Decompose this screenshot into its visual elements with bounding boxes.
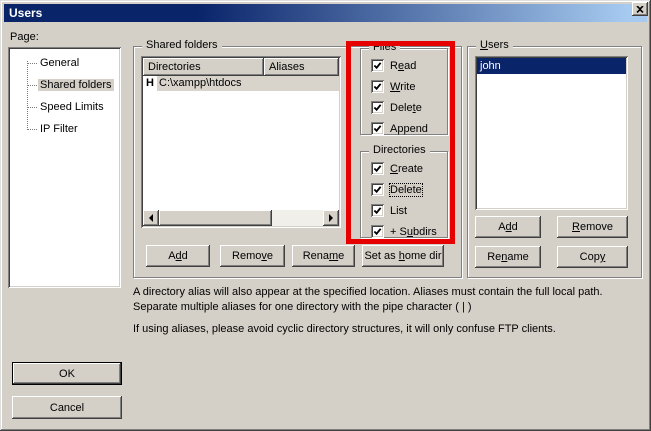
- files-group: Files Read Write Delete Append: [360, 48, 448, 135]
- users-dialog: Users Page: General Shared folders Speed…: [0, 0, 651, 431]
- page-label: Page:: [10, 31, 39, 43]
- page-tree: General Shared folders Speed Limits IP F…: [8, 47, 121, 288]
- files-group-label: Files: [369, 41, 400, 53]
- close-button[interactable]: [632, 2, 648, 16]
- directories-group: Directories Create Delete List + Subdirs: [360, 151, 448, 238]
- directories-group-label: Directories: [369, 144, 430, 156]
- column-header-aliases[interactable]: Aliases: [264, 58, 339, 76]
- checkbox-icon[interactable]: [371, 204, 384, 217]
- titlebar: Users: [4, 4, 647, 22]
- checkbox-files-append[interactable]: Append: [371, 122, 447, 135]
- rename-user-button[interactable]: Rename: [475, 246, 541, 268]
- list-header: Directories Aliases: [143, 58, 339, 76]
- checkbox-dirs-create[interactable]: Create: [371, 162, 447, 175]
- alias-info-paragraph-2: If using aliases, please avoid cyclic di…: [133, 322, 633, 337]
- scrollbar-track[interactable]: [272, 210, 323, 226]
- users-list: john: [475, 56, 628, 210]
- set-as-home-dir-button[interactable]: Set as home dir: [362, 245, 444, 267]
- shared-folders-list: Directories Aliases H C:\xampp\htdocs: [141, 56, 341, 228]
- checkbox-icon[interactable]: [371, 183, 384, 196]
- remove-user-button[interactable]: Remove: [557, 216, 628, 238]
- tree-item-shared-folders[interactable]: Shared folders: [8, 74, 121, 96]
- alias-info-text: A directory alias will also appear at th…: [133, 285, 633, 337]
- add-folder-button[interactable]: Add: [146, 245, 210, 267]
- checkbox-label: Read: [390, 60, 416, 72]
- checkbox-icon[interactable]: [371, 225, 384, 238]
- scroll-right-icon: [329, 214, 337, 222]
- checkbox-dirs-subdirs[interactable]: + Subdirs: [371, 225, 447, 238]
- checkbox-files-write[interactable]: Write: [371, 80, 447, 93]
- checkbox-label: Delete: [390, 102, 422, 114]
- remove-folder-button[interactable]: Remove: [220, 245, 285, 267]
- checkbox-icon[interactable]: [371, 162, 384, 175]
- checkbox-label: Delete: [390, 184, 422, 196]
- checkbox-label: + Subdirs: [390, 226, 437, 238]
- directory-row[interactable]: H C:\xampp\htdocs: [143, 76, 339, 91]
- checkbox-label: Append: [390, 123, 428, 135]
- checkbox-dirs-delete[interactable]: Delete: [371, 183, 447, 196]
- checkbox-dirs-list[interactable]: List: [371, 204, 447, 217]
- scroll-right-button[interactable]: [323, 210, 339, 226]
- rename-folder-button[interactable]: Rename: [292, 245, 355, 267]
- checkbox-icon[interactable]: [371, 80, 384, 93]
- tree-item-ip-filter[interactable]: IP Filter: [8, 118, 121, 140]
- horizontal-scrollbar[interactable]: [143, 210, 339, 226]
- column-header-directories[interactable]: Directories: [143, 58, 264, 76]
- tree-item-speed-limits[interactable]: Speed Limits: [8, 96, 121, 118]
- close-icon: [636, 6, 644, 13]
- checkbox-label: Create: [390, 163, 423, 175]
- scrollbar-thumb[interactable]: [159, 210, 272, 226]
- add-user-button[interactable]: Add: [475, 216, 541, 238]
- checkbox-icon[interactable]: [371, 59, 384, 72]
- checkbox-files-delete[interactable]: Delete: [371, 101, 447, 114]
- home-dir-flag: H: [143, 76, 157, 91]
- shared-folders-group-label: Shared folders: [142, 39, 222, 51]
- user-item-john[interactable]: john: [477, 58, 626, 74]
- directory-path: C:\xampp\htdocs: [157, 76, 339, 91]
- checkbox-files-read[interactable]: Read: [371, 59, 447, 72]
- users-group-label: Users: [476, 39, 513, 51]
- scroll-left-icon: [145, 214, 153, 222]
- alias-info-paragraph-1: A directory alias will also appear at th…: [133, 285, 633, 315]
- checkbox-icon[interactable]: [371, 101, 384, 114]
- window-title: Users: [9, 6, 42, 20]
- scroll-left-button[interactable]: [143, 210, 159, 226]
- copy-user-button[interactable]: Copy: [557, 246, 628, 268]
- cancel-button[interactable]: Cancel: [12, 396, 122, 419]
- tree-item-general[interactable]: General: [8, 52, 121, 74]
- checkbox-label: List: [390, 205, 407, 217]
- ok-button[interactable]: OK: [12, 362, 122, 385]
- list-body: H C:\xampp\htdocs: [143, 76, 339, 210]
- checkbox-label: Write: [390, 81, 415, 93]
- checkbox-icon[interactable]: [371, 122, 384, 135]
